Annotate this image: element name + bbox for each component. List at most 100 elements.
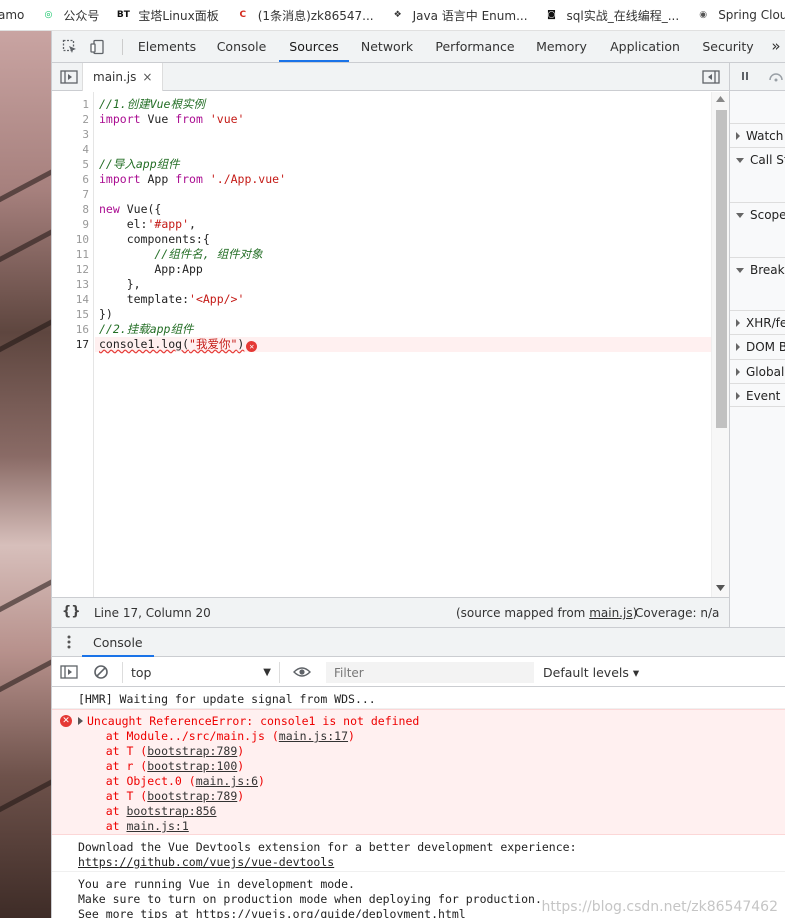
debugger-section-global[interactable]: Global [730,359,785,383]
tab-console[interactable]: Console [204,31,279,62]
toggle-debugger-icon[interactable] [702,69,720,85]
line-number[interactable]: 16 [76,322,89,337]
code-editor[interactable]: 1 2 3 4 5 6 7 8 9 10 11 12 13 14 15 16 1… [52,92,729,597]
line-number[interactable]: 10 [76,232,89,247]
bookmark-item[interactable]: ◎ 公众号 [40,7,99,24]
line-number[interactable]: 12 [76,262,89,277]
code-area[interactable]: //1.创建Vue根实例 import Vue from 'vue' //导入a… [95,92,711,597]
debugger-section-watch[interactable]: Watch [730,123,785,147]
source-mapped-link[interactable]: main.js [589,606,632,620]
line-number[interactable]: 2 [82,112,89,127]
debugger-section-xhr[interactable]: XHR/fe [730,310,785,334]
tab-elements[interactable]: Elements [130,31,204,62]
devtools-link[interactable]: https://github.com/vuejs/vue-devtools [78,855,785,870]
line-number[interactable]: 5 [82,157,89,172]
more-tabs-chevron-icon[interactable]: » [768,31,784,62]
line-number-current[interactable]: 17 [76,337,89,352]
tab-application[interactable]: Application [598,31,692,62]
log-levels-dropdown[interactable]: Default levels ▾ [543,662,639,683]
line-number[interactable]: 15 [76,307,89,322]
debugger-sidebar: Watch Call Sta Scope Breakp XHR/fe DOM B… [729,63,785,627]
bookmark-item[interactable]: C (1条消息)zk86547... [235,7,373,24]
drawer-tab-console[interactable]: Console [82,628,154,657]
clear-console-icon[interactable] [93,664,109,680]
debugger-section-scope[interactable]: Scope [730,202,785,226]
stack-frame: at T (bootstrap:789) [78,789,785,804]
code-line-14: template:'<App/>' [99,292,245,307]
error-message: Uncaught ReferenceError: console1 is not… [87,714,420,728]
inspect-element-icon[interactable] [62,39,78,55]
line-number-gutter[interactable]: 1 2 3 4 5 6 7 8 9 10 11 12 13 14 15 16 1… [52,92,94,597]
stack-frame-text: at Object.0 ( [78,774,196,788]
stack-frame-link[interactable]: main.js:17 [279,729,348,743]
toggle-navigator-icon[interactable] [60,69,78,85]
device-toolbar-icon[interactable] [90,39,106,55]
inline-error-icon[interactable]: ✕ [246,341,258,352]
tab-network[interactable]: Network [349,31,425,62]
expand-triangle-icon[interactable] [78,717,83,725]
line-number[interactable]: 6 [82,172,89,187]
bookmark-item[interactable]: ◙ sql实战_在线编程_... [544,7,679,24]
bookmark-item[interactable]: amo [0,8,24,22]
line-number[interactable]: 13 [76,277,89,292]
debugger-section-call-stack[interactable]: Call Sta [730,147,785,171]
line-number[interactable]: 14 [76,292,89,307]
csdn-icon: C [239,10,247,20]
bookmark-item[interactable]: ◉ Spring Clou [695,7,785,23]
scrollbar-thumb[interactable] [716,110,727,428]
line-number[interactable]: 3 [82,127,89,142]
bookmark-item[interactable]: ❖ Java 语言中 Enum... [390,7,528,24]
line-number[interactable]: 11 [76,247,89,262]
code-line-8: new Vue({ [99,202,161,217]
line-number[interactable]: 4 [82,142,89,157]
error-title[interactable]: Uncaught ReferenceError: console1 is not… [78,714,785,729]
code-line-10: components:{ [99,232,210,247]
message-text: You are running Vue in development mode. [78,877,355,891]
stack-frame-text: ) [348,729,355,743]
message-text: Download the Vue Devtools extension for … [78,840,577,854]
stack-frame-link[interactable]: bootstrap:789 [147,744,237,758]
stack-frame-link[interactable]: bootstrap:856 [126,804,216,818]
stack-frame-link[interactable]: bootstrap:100 [147,759,237,773]
live-expression-eye-icon[interactable] [293,664,311,680]
page-background-image [0,31,51,918]
tab-security[interactable]: Security [692,31,764,62]
stack-frame-text: ) [237,759,245,773]
show-sidebar-icon[interactable] [60,664,78,680]
tab-sources[interactable]: Sources [279,31,349,62]
bookmarks-bar: amo ◎ 公众号 BT 宝塔Linux面板 C (1条消息)zk86547... ❖ Java… [0,0,785,31]
debugger-section-event-listeners[interactable]: Event L [730,383,785,407]
console-filter-input[interactable] [326,662,534,683]
close-tab-icon[interactable]: × [142,70,152,84]
line-number[interactable]: 8 [82,202,89,217]
code-keyword: import [99,112,141,126]
code-line-11: //组件名, 组件对象 [99,247,263,262]
debugger-section-dom[interactable]: DOM B [730,334,785,358]
section-label: Event L [746,389,785,403]
debugger-section-breakpoints[interactable]: Breakp [730,257,785,281]
tab-performance[interactable]: Performance [425,31,525,62]
line-number[interactable]: 7 [82,187,89,202]
tab-memory[interactable]: Memory [525,31,598,62]
stack-frame-link[interactable]: main.js:6 [196,774,258,788]
code-line-6: import App from './App.vue' [99,172,286,187]
collapse-triangle-icon [736,268,744,273]
console-message-error[interactable]: ✕ Uncaught ReferenceError: console1 is n… [52,709,785,835]
code-comment: //组件名, 组件对象 [99,247,263,261]
stack-frame-link[interactable]: bootstrap:789 [147,789,237,803]
line-number[interactable]: 9 [82,217,89,232]
context-select[interactable]: top ▼ [122,662,280,683]
stack-frame-link[interactable]: main.js:1 [126,819,188,833]
step-over-icon[interactable] [768,70,784,82]
pause-icon[interactable] [742,72,744,80]
line-number[interactable]: 1 [82,97,89,112]
bookmark-item[interactable]: BT 宝塔Linux面板 [115,7,219,24]
source-mapped-note: (source mapped from main.js) [456,606,637,620]
code-text-error: ) [237,337,245,351]
stack-frame: at bootstrap:856 [78,804,785,819]
pretty-print-icon[interactable]: {} [62,604,81,619]
drawer-menu-icon[interactable] [67,635,71,649]
editor-scrollbar[interactable] [711,92,729,597]
scroll-up-arrow-icon [716,96,725,102]
file-tab-main-js[interactable]: main.js × [82,63,164,91]
